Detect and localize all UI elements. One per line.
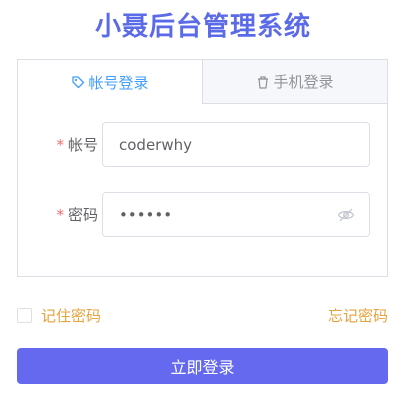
required-mark: *: [56, 135, 64, 154]
login-panel: 帐号登录 手机登录 * 帐号 * 密码: [17, 59, 388, 277]
password-label: * 密码: [38, 192, 98, 237]
account-label-text: 帐号: [67, 136, 98, 154]
tab-account-label: 帐号登录: [88, 73, 149, 92]
password-label-text: 密码: [67, 206, 98, 224]
account-row: * 帐号: [18, 122, 387, 167]
phone-icon: [256, 75, 270, 89]
login-button[interactable]: 立即登录: [17, 348, 388, 384]
account-input-wrapper: [102, 122, 370, 167]
password-input[interactable]: [119, 193, 339, 236]
tag-icon: [71, 75, 85, 89]
account-input[interactable]: [119, 123, 339, 166]
password-row: * 密码: [18, 192, 387, 237]
tab-phone-label: 手机登录: [273, 73, 334, 91]
account-label: * 帐号: [38, 122, 98, 167]
tab-phone-login[interactable]: 手机登录: [203, 60, 387, 104]
forgot-password-link[interactable]: 忘记密码: [328, 305, 388, 325]
required-mark: *: [56, 205, 64, 224]
page-title: 小聂后台管理系统: [94, 12, 311, 42]
remember-password-label: 记住密码: [41, 306, 102, 325]
eye-hidden-icon[interactable]: [337, 207, 355, 223]
login-tabs: 帐号登录 手机登录: [18, 60, 387, 104]
remember-password-checkbox[interactable]: 记住密码: [17, 305, 101, 325]
tab-account-login[interactable]: 帐号登录: [18, 60, 203, 104]
checkbox-box[interactable]: [17, 307, 32, 323]
password-input-wrapper: [102, 192, 370, 237]
